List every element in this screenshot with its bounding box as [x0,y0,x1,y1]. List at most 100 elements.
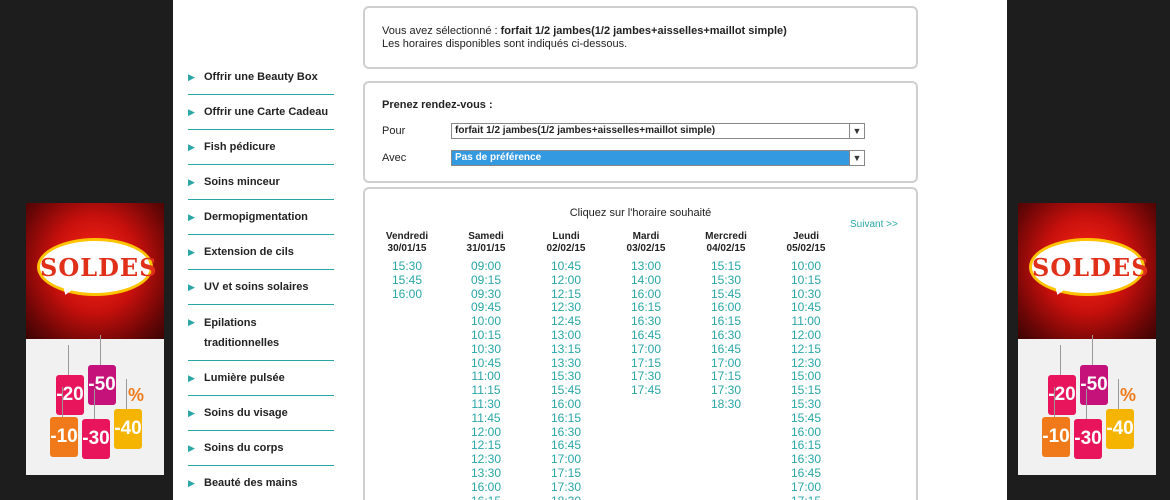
time-slot[interactable]: 16:30 [606,314,686,329]
time-slot[interactable]: 09:15 [446,273,526,288]
time-slot[interactable]: 12:15 [446,439,526,453]
time-slot[interactable]: 16:15 [606,301,686,315]
booking-title: Prenez rendez-vous : [382,99,493,111]
time-slot[interactable]: 10:45 [446,356,526,371]
nav-item-beaute-mains[interactable]: ▶ Beauté des mains [188,466,334,500]
nav-item-gift-card[interactable]: ▶ Offrir une Carte Cadeau [188,95,334,130]
time-slot[interactable]: 15:45 [367,273,447,288]
time-slot[interactable]: 17:30 [686,383,766,398]
time-slot[interactable]: 13:30 [446,466,526,481]
time-slot[interactable]: 16:15 [766,439,846,453]
time-slot[interactable]: 12:00 [766,328,846,343]
chevron-down-icon[interactable]: ▼ [849,151,864,165]
time-slot[interactable]: 16:45 [526,439,606,453]
time-slot[interactable]: 12:45 [526,314,606,329]
time-slot[interactable]: 16:15 [526,411,606,426]
time-slot[interactable]: 14:00 [606,273,686,288]
time-slot[interactable]: 17:00 [766,480,846,495]
time-slot[interactable]: 17:15 [766,494,846,500]
time-slot[interactable]: 10:00 [446,314,526,329]
time-slot[interactable]: 12:00 [446,425,526,440]
nav-item-soins-corps[interactable]: ▶ Soins du corps [188,431,334,466]
time-slot[interactable]: 10:15 [766,273,846,288]
time-slot[interactable]: 16:00 [526,397,606,412]
time-slot[interactable]: 16:30 [526,425,606,440]
staff-select[interactable]: Pas de préférence ▼ [451,150,865,166]
time-slot[interactable]: 17:00 [606,342,686,357]
time-slot[interactable]: 10:30 [446,342,526,357]
promo-banner-left[interactable]: SOLDES -20 -50 -10 -30 -40 % [26,203,164,475]
time-slot[interactable]: 15:45 [526,383,606,398]
time-slot[interactable]: 12:30 [446,452,526,467]
time-slot[interactable]: 15:15 [766,383,846,398]
time-slot[interactable]: 16:30 [766,452,846,467]
time-slot[interactable]: 17:15 [606,356,686,371]
time-slot[interactable]: 15:45 [686,287,766,302]
time-slot[interactable]: 17:30 [606,370,686,384]
chevron-down-icon[interactable]: ▼ [849,124,864,138]
time-slot[interactable]: 16:30 [686,328,766,343]
service-select[interactable]: forfait 1/2 jambes(1/2 jambes+aisselles+… [451,123,865,139]
time-slot[interactable]: 15:15 [686,259,766,274]
time-slot[interactable]: 10:45 [766,301,846,315]
time-slot[interactable]: 11:00 [766,314,846,329]
time-slot[interactable]: 09:45 [446,301,526,315]
time-slot[interactable]: 15:30 [766,397,846,412]
time-slot[interactable]: 16:45 [606,328,686,343]
nav-item-lumiere-pulsee[interactable]: ▶ Lumière pulsée [188,361,334,396]
time-slot[interactable]: 13:00 [606,259,686,274]
nav-item-soins-minceur[interactable]: ▶ Soins minceur [188,165,334,200]
time-slot[interactable]: 15:30 [686,273,766,288]
next-week-link[interactable]: Suivant >> [850,219,898,230]
time-slot[interactable]: 11:30 [446,397,526,412]
time-slot[interactable]: 17:15 [526,466,606,481]
time-slot[interactable]: 16:15 [686,314,766,329]
time-slot[interactable]: 12:15 [766,342,846,357]
time-slot[interactable]: 15:30 [526,370,606,384]
time-slot[interactable]: 11:15 [446,383,526,398]
time-slot[interactable]: 16:00 [766,425,846,440]
nav-item-extension-cils[interactable]: ▶ Extension de cils [188,235,334,270]
time-slot[interactable]: 16:00 [606,287,686,302]
nav-item-beauty-box[interactable]: ▶ Offrir une Beauty Box [188,60,334,95]
promo-banner-right[interactable]: SOLDES -20 -50 -10 -30 -40 % [1018,203,1156,475]
time-slot[interactable]: 17:30 [526,480,606,495]
time-slot[interactable]: 15:45 [766,411,846,426]
time-slot[interactable]: 16:15 [446,494,526,500]
time-slot[interactable]: 15:30 [367,259,447,274]
time-slot[interactable]: 16:00 [367,287,447,302]
time-slot[interactable]: 17:45 [606,383,686,398]
nav-item-dermopigmentation[interactable]: ▶ Dermopigmentation [188,200,334,235]
time-slot[interactable]: 12:00 [526,273,606,288]
time-slot[interactable]: 10:30 [766,287,846,302]
time-slot[interactable]: 10:00 [766,259,846,274]
nav-item-uv-soins-solaires[interactable]: ▶ UV et soins solaires [188,270,334,305]
time-slot[interactable]: 13:15 [526,342,606,357]
time-slot[interactable]: 11:45 [446,411,526,426]
time-slot[interactable]: 10:15 [446,328,526,343]
time-slot[interactable]: 12:15 [526,287,606,302]
time-slot[interactable]: 15:00 [766,370,846,384]
time-slot[interactable]: 13:00 [526,328,606,343]
time-slot[interactable]: 11:00 [446,370,526,384]
time-slot[interactable]: 09:00 [446,259,526,274]
time-slot[interactable]: 09:30 [446,287,526,302]
calendar-panel: Cliquez sur l'horaire souhaité Suivant >… [363,187,918,500]
time-slot[interactable]: 18:30 [686,397,766,412]
time-slot[interactable]: 16:45 [686,342,766,357]
time-slot[interactable]: 12:30 [526,301,606,315]
time-slot[interactable]: 18:30 [526,494,606,500]
nav-item-epilations[interactable]: ▶ Epilations traditionnelles [188,305,334,361]
time-slot[interactable]: 16:00 [446,480,526,495]
time-slot[interactable]: 16:00 [686,301,766,315]
time-slot[interactable]: 10:45 [526,259,606,274]
time-slot[interactable]: 17:00 [686,356,766,371]
time-slot[interactable]: 13:30 [526,356,606,371]
calendar-title: Cliquez sur l'horaire souhaité [569,207,712,219]
time-slot[interactable]: 12:30 [766,356,846,371]
time-slot[interactable]: 17:00 [526,452,606,467]
nav-item-soins-visage[interactable]: ▶ Soins du visage [188,396,334,431]
time-slot[interactable]: 17:15 [686,370,766,384]
time-slot[interactable]: 16:45 [766,466,846,481]
nav-item-fish-pedicure[interactable]: ▶ Fish pédicure [188,130,334,165]
